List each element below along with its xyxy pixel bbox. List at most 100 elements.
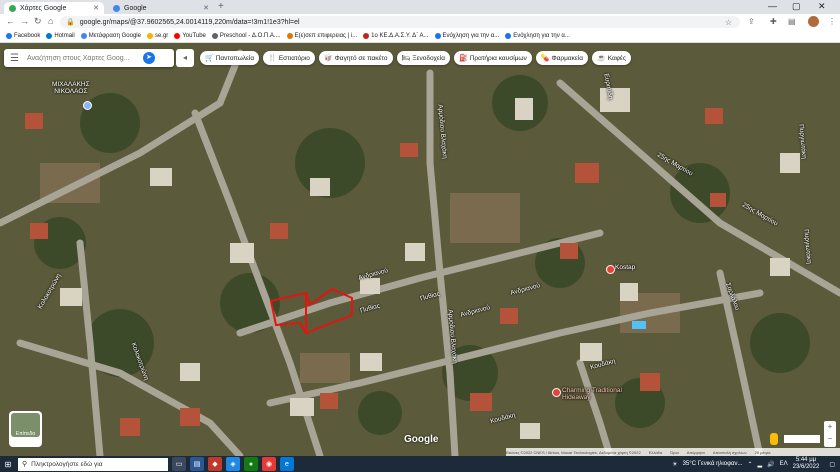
bookmark-hotmail[interactable]: Hotmail [46,33,75,39]
bookmark-label: Hotmail [54,33,75,39]
clock[interactable]: 5:44 μμ 23/6/2022 [793,457,820,471]
facebook-icon [6,33,12,39]
keyboard-language[interactable]: ΕΛ [780,461,788,467]
layers-button[interactable]: Επίπεδα [9,411,42,447]
chip-takeout[interactable]: 🥡 Φαγητό σε πακέτο [318,51,393,65]
bookmark-facebook[interactable]: Facebook [6,33,40,39]
more-options-icon[interactable]: ⋮ [828,17,836,26]
profile-avatar[interactable] [808,16,819,27]
youtube-icon [174,33,181,39]
bookmark-enoxlisi-1[interactable]: Ενόχληση για την α... [434,33,500,39]
address-bar[interactable]: 🔒 google.gr/maps/@37.9602565,24.0014119,… [60,16,740,28]
file-explorer-icon[interactable]: ▤ [190,457,204,471]
terms-link[interactable]: Όροι [670,450,679,455]
tray-arrow-icon[interactable]: ⌃ [747,461,752,468]
pegman-icon[interactable] [770,433,778,445]
place-label-kostap[interactable]: Kostap [615,264,635,271]
chip-pharmacies[interactable]: 💊 Φαρμακεία [535,51,588,65]
satellite-map[interactable]: ΜΙΧΑΛΑΚΗΣ ΝΙΚΟΛΑΟΣ Ανδριανού Ανδριανού Α… [0,43,840,456]
close-window-icon[interactable]: ✕ [818,1,826,12]
puzzle-icon[interactable]: ✚ [770,17,777,26]
bookmark-label: Facebook [14,33,41,39]
chip-restaurants[interactable]: 🍴 Εστιατόριο [263,51,315,65]
chip-groceries[interactable]: 🛒 Παντοπωλεία [200,51,260,65]
place-label-michalakis[interactable]: ΜΙΧΑΛΑΚΗΣ ΝΙΚΟΛΑΟΣ [52,81,90,95]
bookmark-label: Ενόχληση για την α... [442,33,500,39]
zoom-in-button[interactable]: + [824,421,836,433]
bookmark-esep[interactable]: Ε(ε)σεπ επιφερειας | i... [286,33,358,39]
bookmark-label: 1ο ΚΕ.Δ.Α.Σ.Υ. Δ΄ Α... [371,33,429,39]
bookmark-translate[interactable]: Μετάφραση Google [80,33,141,39]
bookmark-label: Ε(ε)σεπ επιφερειας | i... [294,33,358,39]
feedback-link[interactable]: Αποστολή σχολίων [713,450,747,455]
minimize-icon[interactable]: — [768,1,777,11]
tab-google-maps[interactable]: Χάρτες Google ✕ [4,2,104,14]
office-icon[interactable]: ◆ [208,457,222,471]
bookmark-youtube[interactable]: YouTube [174,33,206,39]
directions-icon[interactable]: ➤ [142,52,155,64]
takeout-icon: 🥡 [323,55,333,62]
network-icon[interactable]: ▂ [758,461,763,468]
maps-favicon-icon [9,4,16,12]
task-view-icon[interactable]: ▭ [172,457,186,471]
new-tab-button[interactable]: + [218,1,224,12]
outlook-icon [46,33,53,39]
lock-icon: 🔒 [66,19,75,26]
restaurant-icon: 🍴 [268,55,277,62]
page-icon [505,33,512,39]
privacy-link[interactable]: Απόρρητο [687,450,705,455]
reload-icon[interactable]: ↻ [34,16,42,27]
hotel-icon: 🛏 [401,55,411,62]
chip-coffee[interactable]: ☕ Καφές [591,51,631,65]
home-icon[interactable]: ⌂ [48,16,53,26]
place-pin-icon[interactable] [83,101,92,110]
bookmark-enoxlisi-2[interactable]: Ενόχληση για την α... [505,33,570,39]
reading-list-icon[interactable]: ▤ [788,17,796,26]
translate-icon [80,33,87,39]
hotel-pin-icon[interactable] [552,388,561,397]
taskbar-search[interactable]: ⚲ Πληκτρολογήστε εδώ για [18,457,168,471]
collapse-panel-button[interactable]: ◂ [176,49,194,67]
bookmark-label: Ενόχληση για την α... [513,33,570,39]
chrome-icon[interactable]: ◉ [262,457,276,471]
back-icon[interactable]: ← [6,16,15,26]
volume-icon[interactable]: 🔊 [767,461,774,468]
forward-icon[interactable]: → [20,16,29,26]
map-type-toggle[interactable] [784,435,820,443]
bookmarks-bar: Facebook Hotmail Μετάφραση Google se.gr … [0,30,840,43]
chip-label: Ξενοδοχεία [412,54,445,62]
search-icon: ⚲ [22,461,28,468]
chip-label: Εστιατόριο [278,54,310,62]
region-link[interactable]: Ελλάδα [649,450,662,455]
chip-hotels[interactable]: 🛏 Ξενοδοχεία [396,51,450,65]
windows-start-icon[interactable]: ⊞ [0,460,16,469]
store-icon[interactable]: ◈ [226,457,240,471]
bookmark-label: Preschool - Δ.Ο.Π.Α.... [219,33,281,39]
bookmark-star-icon[interactable]: ☆ [725,18,732,27]
chip-label: Πρατήρια καυσίμων [469,54,527,62]
map-search-input[interactable] [24,53,139,63]
zoom-out-button[interactable]: − [824,433,836,445]
bookmark-preschool[interactable]: Preschool - Δ.Ο.Π.Α.... [211,33,281,39]
share-icon[interactable]: ⇪ [748,17,755,26]
tab-google[interactable]: Google ✕ [108,2,214,14]
chip-gas-stations[interactable]: ⛽ Πρατήρια καυσίμων [453,51,532,65]
xbox-icon[interactable]: ● [244,457,258,471]
se-icon [146,33,153,39]
edge-icon[interactable]: e [280,457,294,471]
bookmark-kedasy[interactable]: 1ο ΚΕ.Δ.Α.Σ.Υ. Δ΄ Α... [363,33,429,39]
notifications-icon[interactable]: ▢ [829,461,835,468]
page-icon [434,33,441,39]
scale-label[interactable]: 20 μέτρα [755,450,771,455]
close-tab-icon[interactable]: ✕ [93,4,99,12]
place-label-charming-hideaway[interactable]: Charming Traditional Hideaway [562,387,622,401]
satellite-imagery [0,43,840,456]
weather-icon[interactable]: ☀ [672,461,677,468]
google-favicon-icon [113,4,120,12]
weather-text[interactable]: 35°C Γενικά ηλιοφαν... [683,461,743,467]
shop-pin-icon[interactable] [606,265,615,274]
bookmark-se[interactable]: se.gr [146,33,168,39]
close-tab-icon[interactable]: ✕ [203,4,209,12]
maximize-icon[interactable]: ▢ [792,1,801,12]
hamburger-menu-icon[interactable]: ☰ [10,53,19,64]
